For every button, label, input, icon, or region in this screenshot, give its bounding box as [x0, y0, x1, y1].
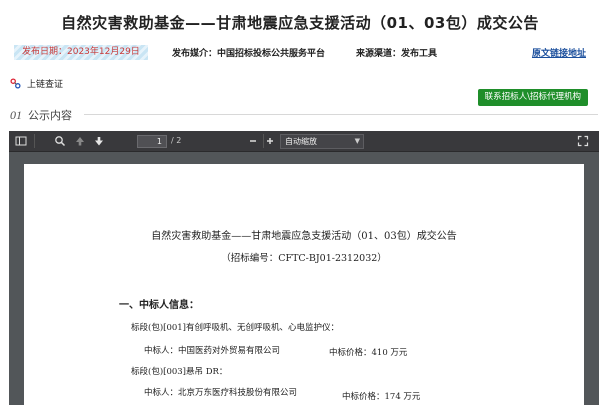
section-number: 01 — [10, 108, 22, 122]
toolbar-separator — [34, 134, 35, 148]
section-divider — [84, 114, 598, 115]
section-heading: 01 公示内容 — [10, 107, 72, 123]
section-label: 公示内容 — [28, 109, 72, 122]
zoom-select[interactable]: 自动缩放 ▼ — [280, 134, 364, 149]
lot-3-winner: 中标人：北京万东医疗科技股份有限公司 — [144, 388, 298, 398]
pdf-toolbar: 1 / 2 自动缩放 ▼ — [9, 131, 599, 152]
source-channel: 来源渠道：发布工具 — [356, 49, 438, 59]
document-section-heading: 一、中标人信息： — [119, 300, 199, 311]
page-total: / 2 — [171, 136, 182, 145]
next-page-icon[interactable] — [93, 135, 105, 147]
original-link[interactable]: 原文链接地址 — [532, 46, 586, 59]
publish-media: 发布媒介：中国招标投标公共服务平台 — [172, 49, 326, 59]
zoom-out-icon[interactable] — [247, 135, 259, 147]
page-number-input[interactable]: 1 — [137, 135, 167, 148]
pdf-page: 自然灾害救助基金——甘肃地震应急支援活动（01、03包）成交公告 （招标编号：C… — [24, 164, 584, 405]
contact-agency-button[interactable]: 联系招标人\招标代理机构 — [477, 89, 588, 106]
zoom-in-icon[interactable] — [264, 135, 276, 147]
page-title: 自然灾害救助基金——甘肃地震应急支援活动（01、03包）成交公告 — [61, 14, 539, 32]
pdf-viewer[interactable]: 1 / 2 自动缩放 ▼ 自然灾害救助基金——甘肃地震应急支援活动（01、03包… — [9, 131, 599, 405]
lot-3-label: 标段(包)[003]悬吊 DR： — [131, 367, 228, 377]
document-code: （招标编号：CFTC-BJ01-2312032） — [221, 253, 387, 264]
lot-3-price: 中标价格：174 万元 — [342, 392, 421, 402]
chain-verify[interactable]: 上链查证 — [10, 77, 63, 90]
blockchain-icon — [10, 78, 21, 89]
zoom-value: 自动缩放 — [285, 137, 317, 146]
chevron-down-icon: ▼ — [354, 137, 360, 145]
previous-page-icon[interactable] — [74, 135, 86, 147]
chain-verify-label: 上链查证 — [27, 80, 64, 90]
fullscreen-icon[interactable] — [577, 135, 589, 147]
sidebar-toggle-icon[interactable] — [15, 135, 27, 147]
lot-1-price: 中标价格：410 万元 — [329, 348, 408, 358]
lot-1-winner: 中标人：中国医药对外贸易有限公司 — [144, 346, 281, 356]
lot-1-label: 标段(包)[001]有创呼吸机、无创呼吸机、心电监护仪： — [131, 323, 339, 333]
meta-row: 发布日期：2023年12月29日 发布媒介：中国招标投标公共服务平台 来源渠道：… — [10, 44, 592, 62]
document-title: 自然灾害救助基金——甘肃地震应急支援活动（01、03包）成交公告 — [151, 231, 457, 242]
publish-date: 发布日期：2023年12月29日 — [14, 45, 148, 60]
search-icon[interactable] — [54, 135, 66, 147]
